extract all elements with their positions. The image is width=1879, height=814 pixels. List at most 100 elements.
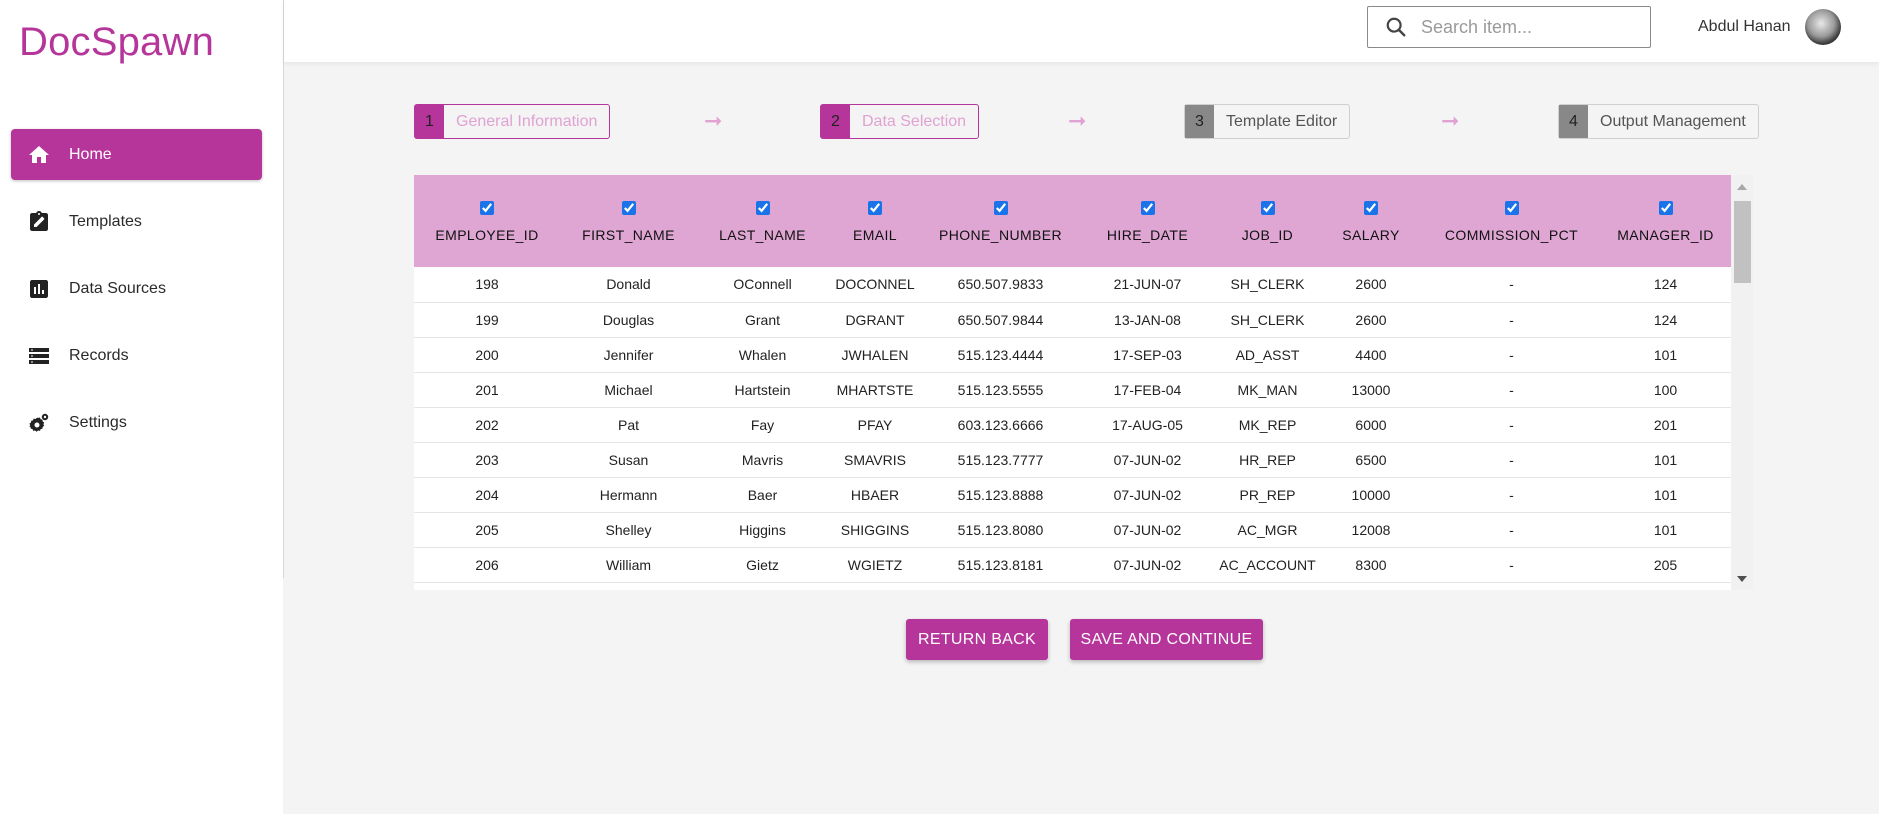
avatar[interactable]	[1805, 9, 1841, 45]
column-select-checkbox[interactable]	[1658, 201, 1673, 215]
table-body: 198 Donald OConnell DOCONNEL 650.507.9833 21-…	[414, 267, 1731, 583]
table-scrollbar[interactable]	[1731, 175, 1753, 590]
user-name[interactable]: Abdul Hanan	[1698, 18, 1791, 36]
table-row: 201 Michael Hartstein MHARTSTE 515.123.5555 1…	[414, 372, 1731, 408]
sidebar-item-settings[interactable]: Settings	[11, 397, 262, 448]
table-cell: -	[1423, 337, 1600, 373]
table-cell: Hartstein	[697, 372, 828, 408]
column-select-checkbox[interactable]	[1364, 201, 1378, 215]
table-cell: 07-JUN-02	[1079, 512, 1216, 548]
table-cell: Mavris	[697, 442, 828, 478]
save-and-continue-button[interactable]: SAVE AND CONTINUE	[1070, 619, 1263, 660]
table-cell: Hermann	[560, 477, 697, 513]
scroll-thumb[interactable]	[1734, 201, 1751, 283]
table-cell: 650.507.9844	[922, 302, 1079, 338]
step-number: 4	[1559, 105, 1588, 138]
table-cell: 101	[1600, 477, 1731, 513]
table-cell: 198	[414, 267, 560, 303]
step-number: 2	[821, 105, 850, 138]
search-input[interactable]	[1421, 16, 1631, 38]
clipboard-edit-icon	[26, 209, 52, 235]
table-cell: PFAY	[828, 407, 922, 443]
table-row: 205 Shelley Higgins SHIGGINS 515.123.8080 07-…	[414, 512, 1731, 548]
table-cell: 515.123.7777	[922, 442, 1079, 478]
sidebar-item-data-sources[interactable]: Data Sources	[11, 263, 262, 314]
list-icon	[26, 343, 52, 369]
table-cell: 07-JUN-02	[1079, 547, 1216, 583]
scroll-up-icon[interactable]	[1737, 184, 1747, 190]
search-box[interactable]	[1367, 6, 1651, 48]
column-select-checkbox[interactable]	[1140, 201, 1155, 215]
step-template-editor[interactable]: 3 Template Editor	[1184, 104, 1351, 139]
table-cell: William	[560, 547, 697, 583]
table-cell: 515.123.8888	[922, 477, 1079, 513]
sidebar-item-label: Templates	[69, 212, 142, 230]
table-cell: Susan	[560, 442, 697, 478]
column-select-checkbox[interactable]	[993, 201, 1008, 215]
table-cell: 07-JUN-02	[1079, 442, 1216, 478]
table-cell: 515.123.8080	[922, 512, 1079, 548]
table-row: 200 Jennifer Whalen JWHALEN 515.123.4444 17-S…	[414, 337, 1731, 373]
table-cell: 12008	[1319, 512, 1423, 548]
data-table-container[interactable]: EMPLOYEE_ID FIRST_NAME LAST_NAME EMAIL PHONE…	[414, 175, 1753, 590]
sidebar-item-label: Data Sources	[69, 279, 166, 297]
table-cell: HR_REP	[1216, 442, 1319, 478]
table-cell: -	[1423, 372, 1600, 408]
sidebar-item-records[interactable]: Records	[11, 330, 262, 381]
sidebar-item-label: Home	[69, 145, 112, 163]
table-cell: Gietz	[697, 547, 828, 583]
column-header-label: SALARY	[1342, 227, 1400, 243]
column-select-checkbox[interactable]	[755, 201, 770, 215]
table-cell: 100	[1600, 372, 1731, 408]
table-cell: MK_MAN	[1216, 372, 1319, 408]
table-cell: 515.123.4444	[922, 337, 1079, 373]
column-select-checkbox[interactable]	[1260, 201, 1275, 215]
table-cell: 101	[1600, 442, 1731, 478]
bar-chart-icon	[26, 276, 52, 302]
table-cell: Higgins	[697, 512, 828, 548]
table-cell: Fay	[697, 407, 828, 443]
table-row: 202 Pat Fay PFAY 603.123.6666 17-AUG-05 MK_REP…	[414, 407, 1731, 443]
step-number: 1	[415, 105, 444, 138]
table-cell: PR_REP	[1216, 477, 1319, 513]
scroll-down-icon[interactable]	[1737, 576, 1747, 582]
column-select-checkbox[interactable]	[621, 201, 636, 215]
table-cell: 515.123.5555	[922, 372, 1079, 408]
table-cell: 13-JAN-08	[1079, 302, 1216, 338]
table-cell: 8300	[1319, 547, 1423, 583]
app-logo[interactable]: DocSpawn	[19, 20, 214, 65]
column-header-label: FIRST_NAME	[582, 227, 675, 243]
column-header-label: MANAGER_ID	[1617, 227, 1714, 243]
column-header: LAST_NAME	[697, 175, 828, 267]
column-select-checkbox[interactable]	[1504, 201, 1519, 215]
step-arrow-icon: ➞	[1441, 108, 1460, 133]
step-general-information[interactable]: 1 General Information	[414, 104, 611, 139]
column-select-checkbox[interactable]	[480, 201, 494, 215]
column-header-label: PHONE_NUMBER	[938, 227, 1063, 243]
step-data-selection[interactable]: 2 Data Selection	[820, 104, 980, 139]
table-cell: 6000	[1319, 407, 1423, 443]
home-icon	[26, 142, 52, 168]
sidebar-item-home[interactable]: Home	[11, 129, 262, 180]
table-cell: 2600	[1319, 302, 1423, 338]
return-back-button[interactable]: RETURN BACK	[906, 619, 1048, 660]
table-row: 198 Donald OConnell DOCONNEL 650.507.9833 21-…	[414, 267, 1731, 303]
sidebar-nav: Home Templates Data Sources Records Sett…	[11, 129, 262, 464]
step-label: Template Editor	[1226, 112, 1338, 130]
column-header-label: LAST_NAME	[719, 227, 806, 243]
table-cell: SH_CLERK	[1216, 267, 1319, 303]
table-cell: -	[1423, 477, 1600, 513]
table-cell: 17-FEB-04	[1079, 372, 1216, 408]
table-cell: AD_ASST	[1216, 337, 1319, 373]
table-row: 204 Hermann Baer HBAER 515.123.8888 07-JUN-02…	[414, 477, 1731, 513]
table-row: 206 William Gietz WGIETZ 515.123.8181 07-JUN-…	[414, 547, 1731, 583]
sidebar-item-templates[interactable]: Templates	[11, 196, 262, 247]
column-select-checkbox[interactable]	[868, 201, 882, 215]
column-header: SALARY	[1319, 175, 1423, 267]
table-cell: OConnell	[697, 267, 828, 303]
column-header-label: HIRE_DATE	[1106, 227, 1189, 243]
search-icon	[1385, 16, 1407, 38]
step-label: General Information	[456, 112, 598, 130]
table-cell: 07-JUN-02	[1079, 477, 1216, 513]
step-output-management[interactable]: 4 Output Management	[1558, 104, 1759, 139]
